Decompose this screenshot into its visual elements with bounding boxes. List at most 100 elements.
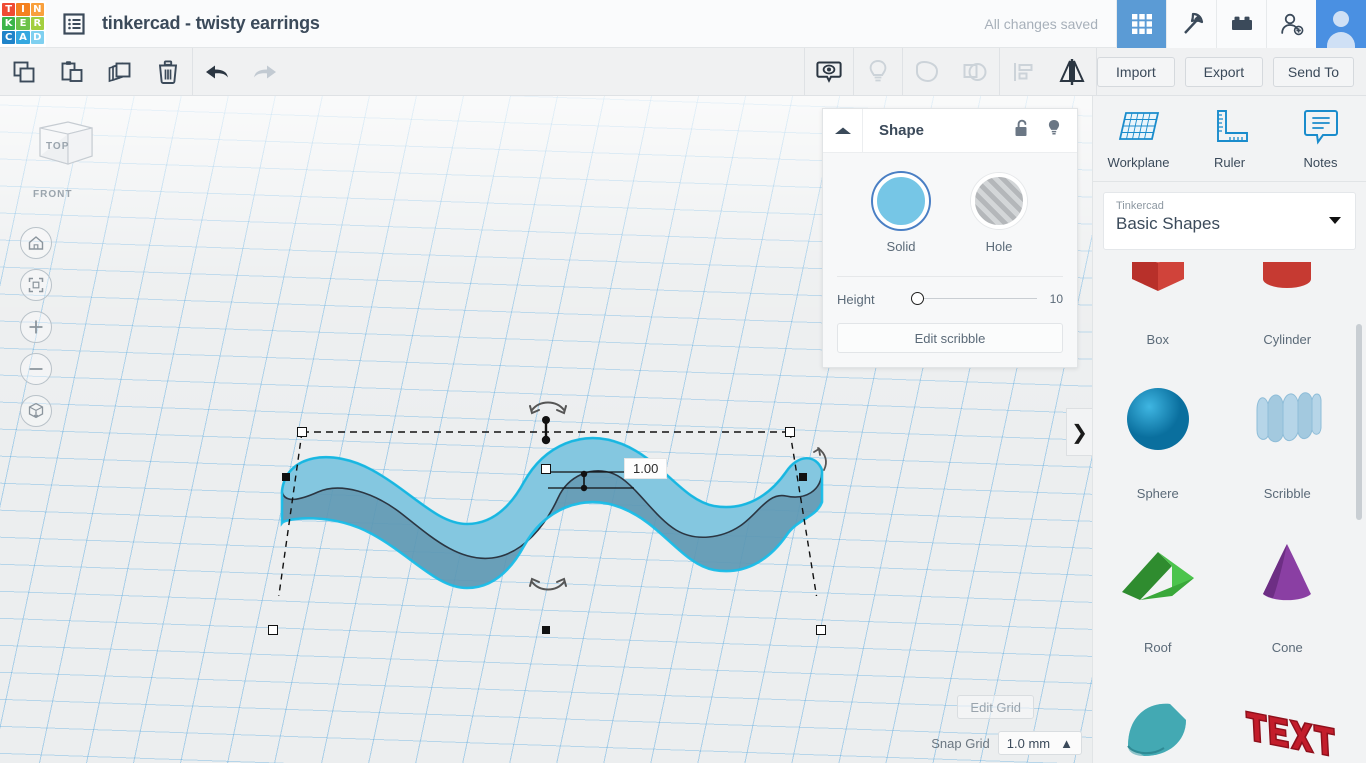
shape-cone[interactable]: Cone [1223, 513, 1353, 667]
mirror-button[interactable] [1048, 48, 1096, 96]
resize-handle-bottom-mid[interactable] [542, 626, 550, 634]
edit-scribble-button[interactable]: Edit scribble [837, 323, 1063, 353]
chevron-down-icon [1329, 217, 1341, 224]
shape-scribble[interactable]: Scribble [1223, 359, 1353, 513]
logo-tile-a: A [16, 31, 30, 45]
shape-sphere[interactable]: Sphere [1093, 359, 1223, 513]
toolbar-actions: Import Export Send To [1096, 56, 1366, 87]
shape-text[interactable]: Text [1223, 667, 1353, 763]
solid-mode-option[interactable]: Solid [873, 173, 929, 254]
hole-mode-label: Hole [985, 239, 1013, 254]
solid-mode-label: Solid [886, 239, 916, 254]
panel-collapse-tab[interactable]: ❯ [1066, 408, 1092, 456]
right-sidebar: Workplane Ruler Notes Tinkercad Basic Sh… [1092, 96, 1366, 763]
fit-view-button[interactable] [20, 269, 52, 301]
mirror-flip-icon [1059, 58, 1085, 85]
copy-icon [13, 61, 35, 82]
shape-panel-title: Shape [879, 122, 925, 139]
duplicate-icon [108, 61, 131, 82]
ungroup-button[interactable] [951, 48, 999, 96]
shape-properties-panel: Shape Solid Hole Height 10 Edit scribble [822, 108, 1078, 368]
list-menu-icon[interactable] [60, 10, 88, 38]
resize-handle-mid-top[interactable] [541, 464, 551, 474]
group-shape-icon [915, 60, 938, 82]
send-to-button[interactable]: Send To [1272, 56, 1354, 87]
notes-tool[interactable]: Notes [1275, 96, 1366, 181]
shape-library-select[interactable]: Tinkercad Basic Shapes [1103, 192, 1356, 250]
delete-button[interactable] [144, 48, 192, 96]
snap-grid-value: 1.0 mm [1006, 735, 1051, 751]
snap-grid-select[interactable]: 1.0 mm ▲ [997, 731, 1082, 755]
round-roof-3d-icon [1093, 667, 1223, 763]
edit-grid-button[interactable]: Edit Grid [957, 695, 1034, 719]
hole-mode-option[interactable]: Hole [971, 173, 1027, 254]
shape-panel-collapse-button[interactable] [823, 108, 863, 153]
design-grid-button[interactable] [1116, 0, 1166, 48]
height-label: Height [837, 291, 875, 307]
blocks-button[interactable] [1216, 0, 1266, 48]
align-icon [1013, 62, 1033, 81]
home-icon [28, 236, 44, 250]
dimension-value-label[interactable]: 1.00 [624, 458, 668, 479]
shape-box-label: Box [1146, 332, 1169, 347]
roof-3d-icon [1093, 513, 1223, 632]
paste-button[interactable] [48, 48, 96, 96]
cone-3d-icon [1223, 513, 1353, 632]
codeblocks-button[interactable] [1166, 0, 1216, 48]
shape-library-scroll[interactable]: Box Cylinder Sphere Scribble Roof Cone R… [1093, 262, 1366, 763]
toolbar-view-group [803, 47, 1097, 96]
duplicate-button[interactable] [96, 48, 144, 96]
shape-library-value: Basic Shapes [1116, 214, 1220, 233]
solid-color-swatch[interactable] [873, 173, 929, 229]
height-slider-knob[interactable] [911, 292, 924, 305]
shape-round-roof[interactable]: Round Roof [1093, 667, 1223, 763]
user-avatar[interactable] [1316, 0, 1366, 48]
projection-toggle-button[interactable] [20, 395, 52, 427]
tinkercad-logo[interactable]: TINKERCAD [0, 0, 46, 47]
light-button[interactable] [854, 48, 902, 96]
chevron-up-icon [834, 127, 851, 134]
notes-tool-label: Notes [1303, 155, 1338, 170]
ruler-tool[interactable]: Ruler [1184, 96, 1275, 181]
workplane-grid-icon [1118, 112, 1159, 140]
shape-roof[interactable]: Roof [1093, 513, 1223, 667]
resize-handle-bottom-right[interactable] [816, 625, 826, 635]
resize-handle-right[interactable] [799, 473, 807, 481]
lightbulb-icon[interactable] [1045, 118, 1063, 143]
shape-panel-body: Solid Hole Height 10 Edit scribble [823, 153, 1077, 367]
resize-handle-top-right[interactable] [785, 427, 795, 437]
view-cube-top-label: TOP [46, 141, 70, 152]
unlock-icon[interactable] [1013, 118, 1031, 143]
view-cube[interactable]: TOP FRONT [22, 114, 106, 200]
import-button[interactable]: Import [1096, 56, 1175, 87]
shape-roof-label: Roof [1144, 640, 1172, 655]
shape-cylinder[interactable]: Cylinder [1223, 262, 1353, 359]
notes-bubble-icon [1303, 110, 1338, 145]
invite-people-button[interactable] [1266, 0, 1316, 48]
header-right-group: All changes saved [984, 0, 1366, 48]
box-3d-icon [1093, 262, 1223, 324]
scribble-shape[interactable]: 1.00 [262, 396, 842, 635]
logo-tile-n: N [30, 2, 44, 16]
logo-tile-d: D [30, 31, 44, 45]
resize-handle-left[interactable] [282, 473, 290, 481]
show-hide-button[interactable] [805, 48, 853, 96]
shape-library-scrollbar[interactable] [1356, 324, 1362, 520]
export-button[interactable]: Export [1184, 56, 1263, 87]
resize-handle-top-left[interactable] [297, 427, 307, 437]
group-button[interactable] [903, 48, 951, 96]
copy-button[interactable] [0, 48, 48, 96]
workplane-tool-label: Workplane [1107, 155, 1170, 170]
resize-handle-bottom-left[interactable] [268, 625, 278, 635]
zoom-out-button[interactable] [20, 353, 52, 385]
workplane-tool[interactable]: Workplane [1093, 96, 1184, 181]
height-value[interactable]: 10 [1037, 292, 1063, 306]
home-view-button[interactable] [20, 227, 52, 259]
zoom-in-button[interactable] [20, 311, 52, 343]
height-slider[interactable] [911, 292, 1037, 306]
redo-button[interactable] [241, 48, 289, 96]
align-button[interactable] [1000, 48, 1048, 96]
shape-box[interactable]: Box [1093, 262, 1223, 359]
hole-pattern-swatch[interactable] [971, 173, 1027, 229]
undo-button[interactable] [193, 48, 241, 96]
